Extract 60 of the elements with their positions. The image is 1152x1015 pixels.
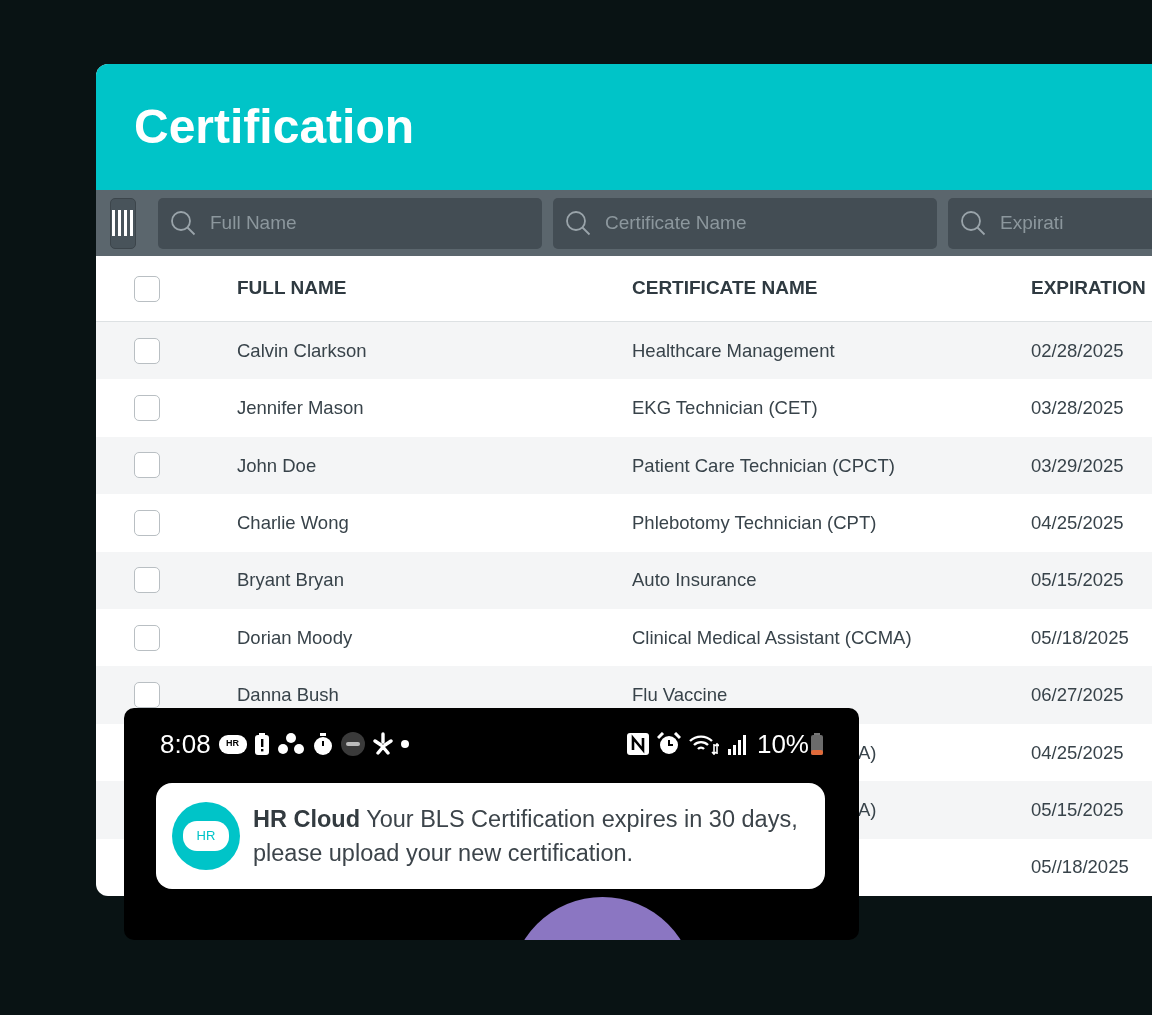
status-time: 8:08	[160, 727, 211, 761]
checkbox[interactable]	[134, 337, 160, 364]
columns-button[interactable]	[110, 197, 136, 249]
dot-icon	[400, 740, 409, 748]
table-cell-text: Phlebotomy Technician (CPT)	[632, 511, 878, 535]
burst-icon	[372, 732, 393, 756]
table-cell-text: Patient Care Technician (CPCT)	[632, 453, 896, 478]
table-cell-text: John Doe	[237, 453, 318, 478]
column-header: EXPIRATION	[1031, 276, 1147, 301]
nfc-icon	[626, 733, 649, 755]
notification-message: HR Cloud Your BLS Certification expires in 30 days, please upload your new certification.	[253, 804, 799, 868]
checkbox[interactable]	[134, 567, 160, 594]
columns-icon	[111, 209, 135, 237]
dots-icon	[276, 733, 305, 755]
checkbox[interactable]	[134, 452, 160, 479]
table-cell-text: 05//18/2025	[1031, 625, 1130, 650]
table-cell-text: 05/15/2025	[1031, 797, 1125, 822]
cloud-badge-icon: HR	[218, 734, 247, 754]
battery-alert-icon	[254, 733, 269, 755]
checkbox[interactable]	[134, 275, 160, 302]
table-cell-text: 02/28/2025	[1031, 338, 1125, 363]
notification-card[interactable]: HR HR Cloud Your BLS Certification expires in 30 days, please upload your new certification.	[156, 783, 825, 889]
checkbox[interactable]	[134, 682, 160, 709]
table-cell-text: Healthcare Management	[632, 338, 836, 363]
table-cell-text: 04/25/2025	[1031, 740, 1125, 765]
table-cell-text: 03/29/2025	[1031, 453, 1125, 478]
column-header: CERTIFICATE NAME	[632, 276, 819, 301]
search-field[interactable]: Full Name	[158, 197, 542, 249]
table-cell-text: 05//18/2025	[1031, 855, 1130, 880]
table-cell-text: A)	[858, 797, 877, 822]
table-cell-text: Danna Bush	[237, 683, 340, 708]
signal-icon	[726, 733, 749, 755]
checkbox[interactable]	[134, 509, 160, 536]
app-icon-label: HR	[196, 827, 216, 846]
page-title: Certification	[134, 99, 415, 156]
alarm-icon	[656, 732, 681, 756]
table-cell-text: EKG Technician (CET)	[632, 396, 819, 421]
battery-icon	[811, 733, 823, 755]
stopwatch-icon	[312, 733, 333, 755]
table-cell-text: 05/15/2025	[1031, 568, 1125, 593]
table-cell-text: 04/25/2025	[1031, 511, 1125, 535]
table-cell-text: 06/27/2025	[1031, 683, 1125, 708]
table-cell-text: Dorian Moody	[237, 625, 354, 650]
table-cell-text: 03/28/2025	[1031, 396, 1125, 421]
search-field[interactable]: Certificate Name	[553, 197, 937, 249]
battery-percent: 10%	[756, 727, 809, 761]
table-cell-text: Clinical Medical Assistant (CCMA)	[632, 625, 913, 650]
wifi-icon	[688, 732, 719, 756]
table-cell-text: Flu Vaccine	[632, 683, 729, 708]
table-cell-text: Jennifer Mason	[237, 396, 365, 421]
table-cell-text: Auto Insurance	[632, 568, 758, 593]
table-cell-text: A)	[858, 740, 877, 765]
table-cell-text: Bryant Bryan	[237, 568, 345, 593]
table-cell-text: Calvin Clarkson	[237, 338, 368, 363]
table-cell-text: Charlie Wong	[237, 511, 350, 535]
column-header: FULL NAME	[237, 276, 348, 301]
round-app-icon	[340, 732, 365, 756]
checkbox[interactable]	[134, 395, 160, 422]
search-field[interactable]: Expirati	[948, 197, 1152, 249]
checkbox[interactable]	[134, 624, 160, 651]
